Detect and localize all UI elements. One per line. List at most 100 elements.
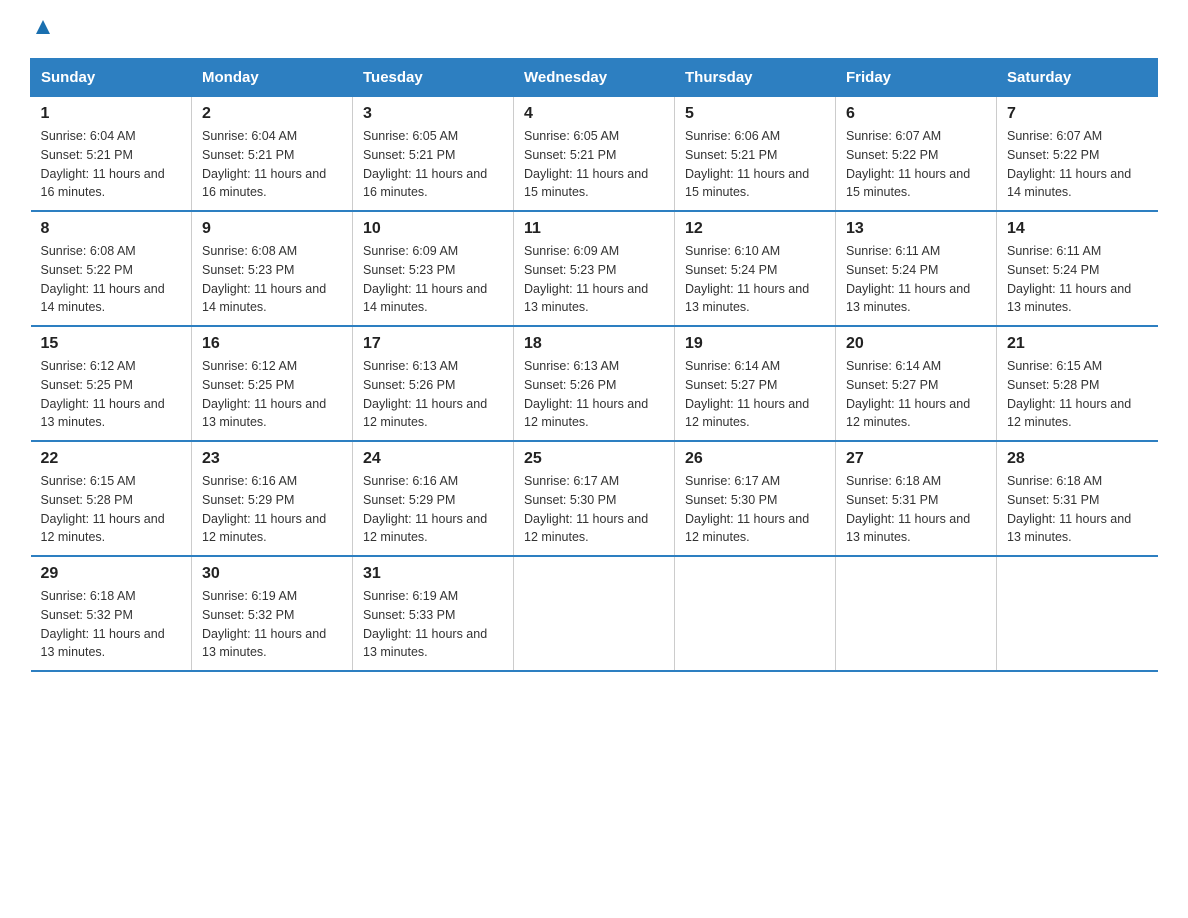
day-number: 10 xyxy=(363,220,503,238)
calendar-cell: 11Sunrise: 6:09 AMSunset: 5:23 PMDayligh… xyxy=(514,211,675,326)
day-number: 12 xyxy=(685,220,825,238)
day-info: Sunrise: 6:06 AMSunset: 5:21 PMDaylight:… xyxy=(685,127,825,202)
calendar-cell: 26Sunrise: 6:17 AMSunset: 5:30 PMDayligh… xyxy=(675,441,836,556)
day-info: Sunrise: 6:13 AMSunset: 5:26 PMDaylight:… xyxy=(524,357,664,432)
day-number: 27 xyxy=(846,450,986,468)
day-info: Sunrise: 6:07 AMSunset: 5:22 PMDaylight:… xyxy=(1007,127,1148,202)
day-number: 14 xyxy=(1007,220,1148,238)
calendar-cell xyxy=(514,556,675,671)
day-info: Sunrise: 6:16 AMSunset: 5:29 PMDaylight:… xyxy=(363,472,503,547)
day-number: 31 xyxy=(363,565,503,583)
calendar-table: SundayMondayTuesdayWednesdayThursdayFrid… xyxy=(30,58,1158,672)
day-number: 25 xyxy=(524,450,664,468)
calendar-cell: 6 Sunrise: 6:07 AMSunset: 5:22 PMDaylight… xyxy=(836,97,997,212)
calendar-cell: 31 Sunrise: 6:19 AMSunset: 5:33 PMDayligh… xyxy=(353,556,514,671)
calendar-cell: 23 Sunrise: 6:16 AMSunset: 5:29 PMDayligh… xyxy=(192,441,353,556)
calendar-cell: 28 Sunrise: 6:18 AMSunset: 5:31 PMDayligh… xyxy=(997,441,1158,556)
day-number: 6 xyxy=(846,105,986,123)
calendar-cell xyxy=(836,556,997,671)
calendar-cell xyxy=(675,556,836,671)
page-header xyxy=(30,20,1158,38)
calendar-cell: 27Sunrise: 6:18 AMSunset: 5:31 PMDayligh… xyxy=(836,441,997,556)
day-info: Sunrise: 6:07 AMSunset: 5:22 PMDaylight:… xyxy=(846,127,986,202)
day-info: Sunrise: 6:17 AMSunset: 5:30 PMDaylight:… xyxy=(524,472,664,547)
day-number: 16 xyxy=(202,335,342,353)
day-number: 23 xyxy=(202,450,342,468)
calendar-cell: 14 Sunrise: 6:11 AMSunset: 5:24 PMDayligh… xyxy=(997,211,1158,326)
calendar-cell: 22Sunrise: 6:15 AMSunset: 5:28 PMDayligh… xyxy=(31,441,192,556)
days-of-week-row: SundayMondayTuesdayWednesdayThursdayFrid… xyxy=(31,59,1158,97)
day-info: Sunrise: 6:18 AMSunset: 5:31 PMDaylight:… xyxy=(1007,472,1148,547)
calendar-cell: 4 Sunrise: 6:05 AMSunset: 5:21 PMDaylight… xyxy=(514,97,675,212)
calendar-cell: 25 Sunrise: 6:17 AMSunset: 5:30 PMDayligh… xyxy=(514,441,675,556)
day-number: 7 xyxy=(1007,105,1148,123)
day-info: Sunrise: 6:19 AMSunset: 5:32 PMDaylight:… xyxy=(202,587,342,662)
day-number: 3 xyxy=(363,105,503,123)
day-number: 22 xyxy=(41,450,182,468)
calendar-week-row: 1 Sunrise: 6:04 AMSunset: 5:21 PMDaylight… xyxy=(31,97,1158,212)
day-number: 21 xyxy=(1007,335,1148,353)
calendar-cell: 16 Sunrise: 6:12 AMSunset: 5:25 PMDayligh… xyxy=(192,326,353,441)
calendar-cell: 24 Sunrise: 6:16 AMSunset: 5:29 PMDayligh… xyxy=(353,441,514,556)
calendar-cell: 5Sunrise: 6:06 AMSunset: 5:21 PMDaylight… xyxy=(675,97,836,212)
day-header-thursday: Thursday xyxy=(675,59,836,97)
day-header-sunday: Sunday xyxy=(31,59,192,97)
day-info: Sunrise: 6:08 AMSunset: 5:23 PMDaylight:… xyxy=(202,242,342,317)
day-info: Sunrise: 6:11 AMSunset: 5:24 PMDaylight:… xyxy=(1007,242,1148,317)
calendar-cell: 30Sunrise: 6:19 AMSunset: 5:32 PMDayligh… xyxy=(192,556,353,671)
day-number: 4 xyxy=(524,105,664,123)
calendar-cell: 10 Sunrise: 6:09 AMSunset: 5:23 PMDayligh… xyxy=(353,211,514,326)
day-number: 17 xyxy=(363,335,503,353)
day-number: 29 xyxy=(41,565,182,583)
calendar-cell: 8 Sunrise: 6:08 AMSunset: 5:22 PMDaylight… xyxy=(31,211,192,326)
day-number: 1 xyxy=(41,105,182,123)
day-number: 28 xyxy=(1007,450,1148,468)
calendar-body: 1 Sunrise: 6:04 AMSunset: 5:21 PMDaylight… xyxy=(31,97,1158,672)
day-info: Sunrise: 6:16 AMSunset: 5:29 PMDaylight:… xyxy=(202,472,342,547)
calendar-cell: 12Sunrise: 6:10 AMSunset: 5:24 PMDayligh… xyxy=(675,211,836,326)
day-number: 9 xyxy=(202,220,342,238)
calendar-cell: 19 Sunrise: 6:14 AMSunset: 5:27 PMDayligh… xyxy=(675,326,836,441)
calendar-week-row: 8 Sunrise: 6:08 AMSunset: 5:22 PMDaylight… xyxy=(31,211,1158,326)
day-number: 13 xyxy=(846,220,986,238)
day-number: 20 xyxy=(846,335,986,353)
day-number: 2 xyxy=(202,105,342,123)
day-info: Sunrise: 6:19 AMSunset: 5:33 PMDaylight:… xyxy=(363,587,503,662)
calendar-week-row: 15 Sunrise: 6:12 AMSunset: 5:25 PMDayligh… xyxy=(31,326,1158,441)
calendar-cell: 2 Sunrise: 6:04 AMSunset: 5:21 PMDaylight… xyxy=(192,97,353,212)
day-number: 11 xyxy=(524,220,664,238)
calendar-week-row: 29 Sunrise: 6:18 AMSunset: 5:32 PMDayligh… xyxy=(31,556,1158,671)
logo xyxy=(30,20,54,38)
day-info: Sunrise: 6:09 AMSunset: 5:23 PMDaylight:… xyxy=(363,242,503,317)
day-info: Sunrise: 6:18 AMSunset: 5:32 PMDaylight:… xyxy=(41,587,182,662)
day-header-friday: Friday xyxy=(836,59,997,97)
day-info: Sunrise: 6:08 AMSunset: 5:22 PMDaylight:… xyxy=(41,242,182,317)
day-info: Sunrise: 6:14 AMSunset: 5:27 PMDaylight:… xyxy=(685,357,825,432)
day-info: Sunrise: 6:04 AMSunset: 5:21 PMDaylight:… xyxy=(202,127,342,202)
day-info: Sunrise: 6:05 AMSunset: 5:21 PMDaylight:… xyxy=(524,127,664,202)
day-number: 18 xyxy=(524,335,664,353)
day-info: Sunrise: 6:12 AMSunset: 5:25 PMDaylight:… xyxy=(41,357,182,432)
calendar-cell: 21Sunrise: 6:15 AMSunset: 5:28 PMDayligh… xyxy=(997,326,1158,441)
calendar-cell: 7 Sunrise: 6:07 AMSunset: 5:22 PMDaylight… xyxy=(997,97,1158,212)
day-number: 19 xyxy=(685,335,825,353)
calendar-cell: 13 Sunrise: 6:11 AMSunset: 5:24 PMDayligh… xyxy=(836,211,997,326)
day-info: Sunrise: 6:13 AMSunset: 5:26 PMDaylight:… xyxy=(363,357,503,432)
day-info: Sunrise: 6:11 AMSunset: 5:24 PMDaylight:… xyxy=(846,242,986,317)
day-info: Sunrise: 6:17 AMSunset: 5:30 PMDaylight:… xyxy=(685,472,825,547)
day-header-tuesday: Tuesday xyxy=(353,59,514,97)
calendar-header: SundayMondayTuesdayWednesdayThursdayFrid… xyxy=(31,59,1158,97)
calendar-cell xyxy=(997,556,1158,671)
day-number: 8 xyxy=(41,220,182,238)
day-header-wednesday: Wednesday xyxy=(514,59,675,97)
calendar-cell: 3 Sunrise: 6:05 AMSunset: 5:21 PMDaylight… xyxy=(353,97,514,212)
day-info: Sunrise: 6:05 AMSunset: 5:21 PMDaylight:… xyxy=(363,127,503,202)
day-number: 24 xyxy=(363,450,503,468)
day-header-saturday: Saturday xyxy=(997,59,1158,97)
day-number: 15 xyxy=(41,335,182,353)
day-header-monday: Monday xyxy=(192,59,353,97)
day-info: Sunrise: 6:12 AMSunset: 5:25 PMDaylight:… xyxy=(202,357,342,432)
day-info: Sunrise: 6:14 AMSunset: 5:27 PMDaylight:… xyxy=(846,357,986,432)
calendar-cell: 17 Sunrise: 6:13 AMSunset: 5:26 PMDayligh… xyxy=(353,326,514,441)
calendar-cell: 20 Sunrise: 6:14 AMSunset: 5:27 PMDayligh… xyxy=(836,326,997,441)
